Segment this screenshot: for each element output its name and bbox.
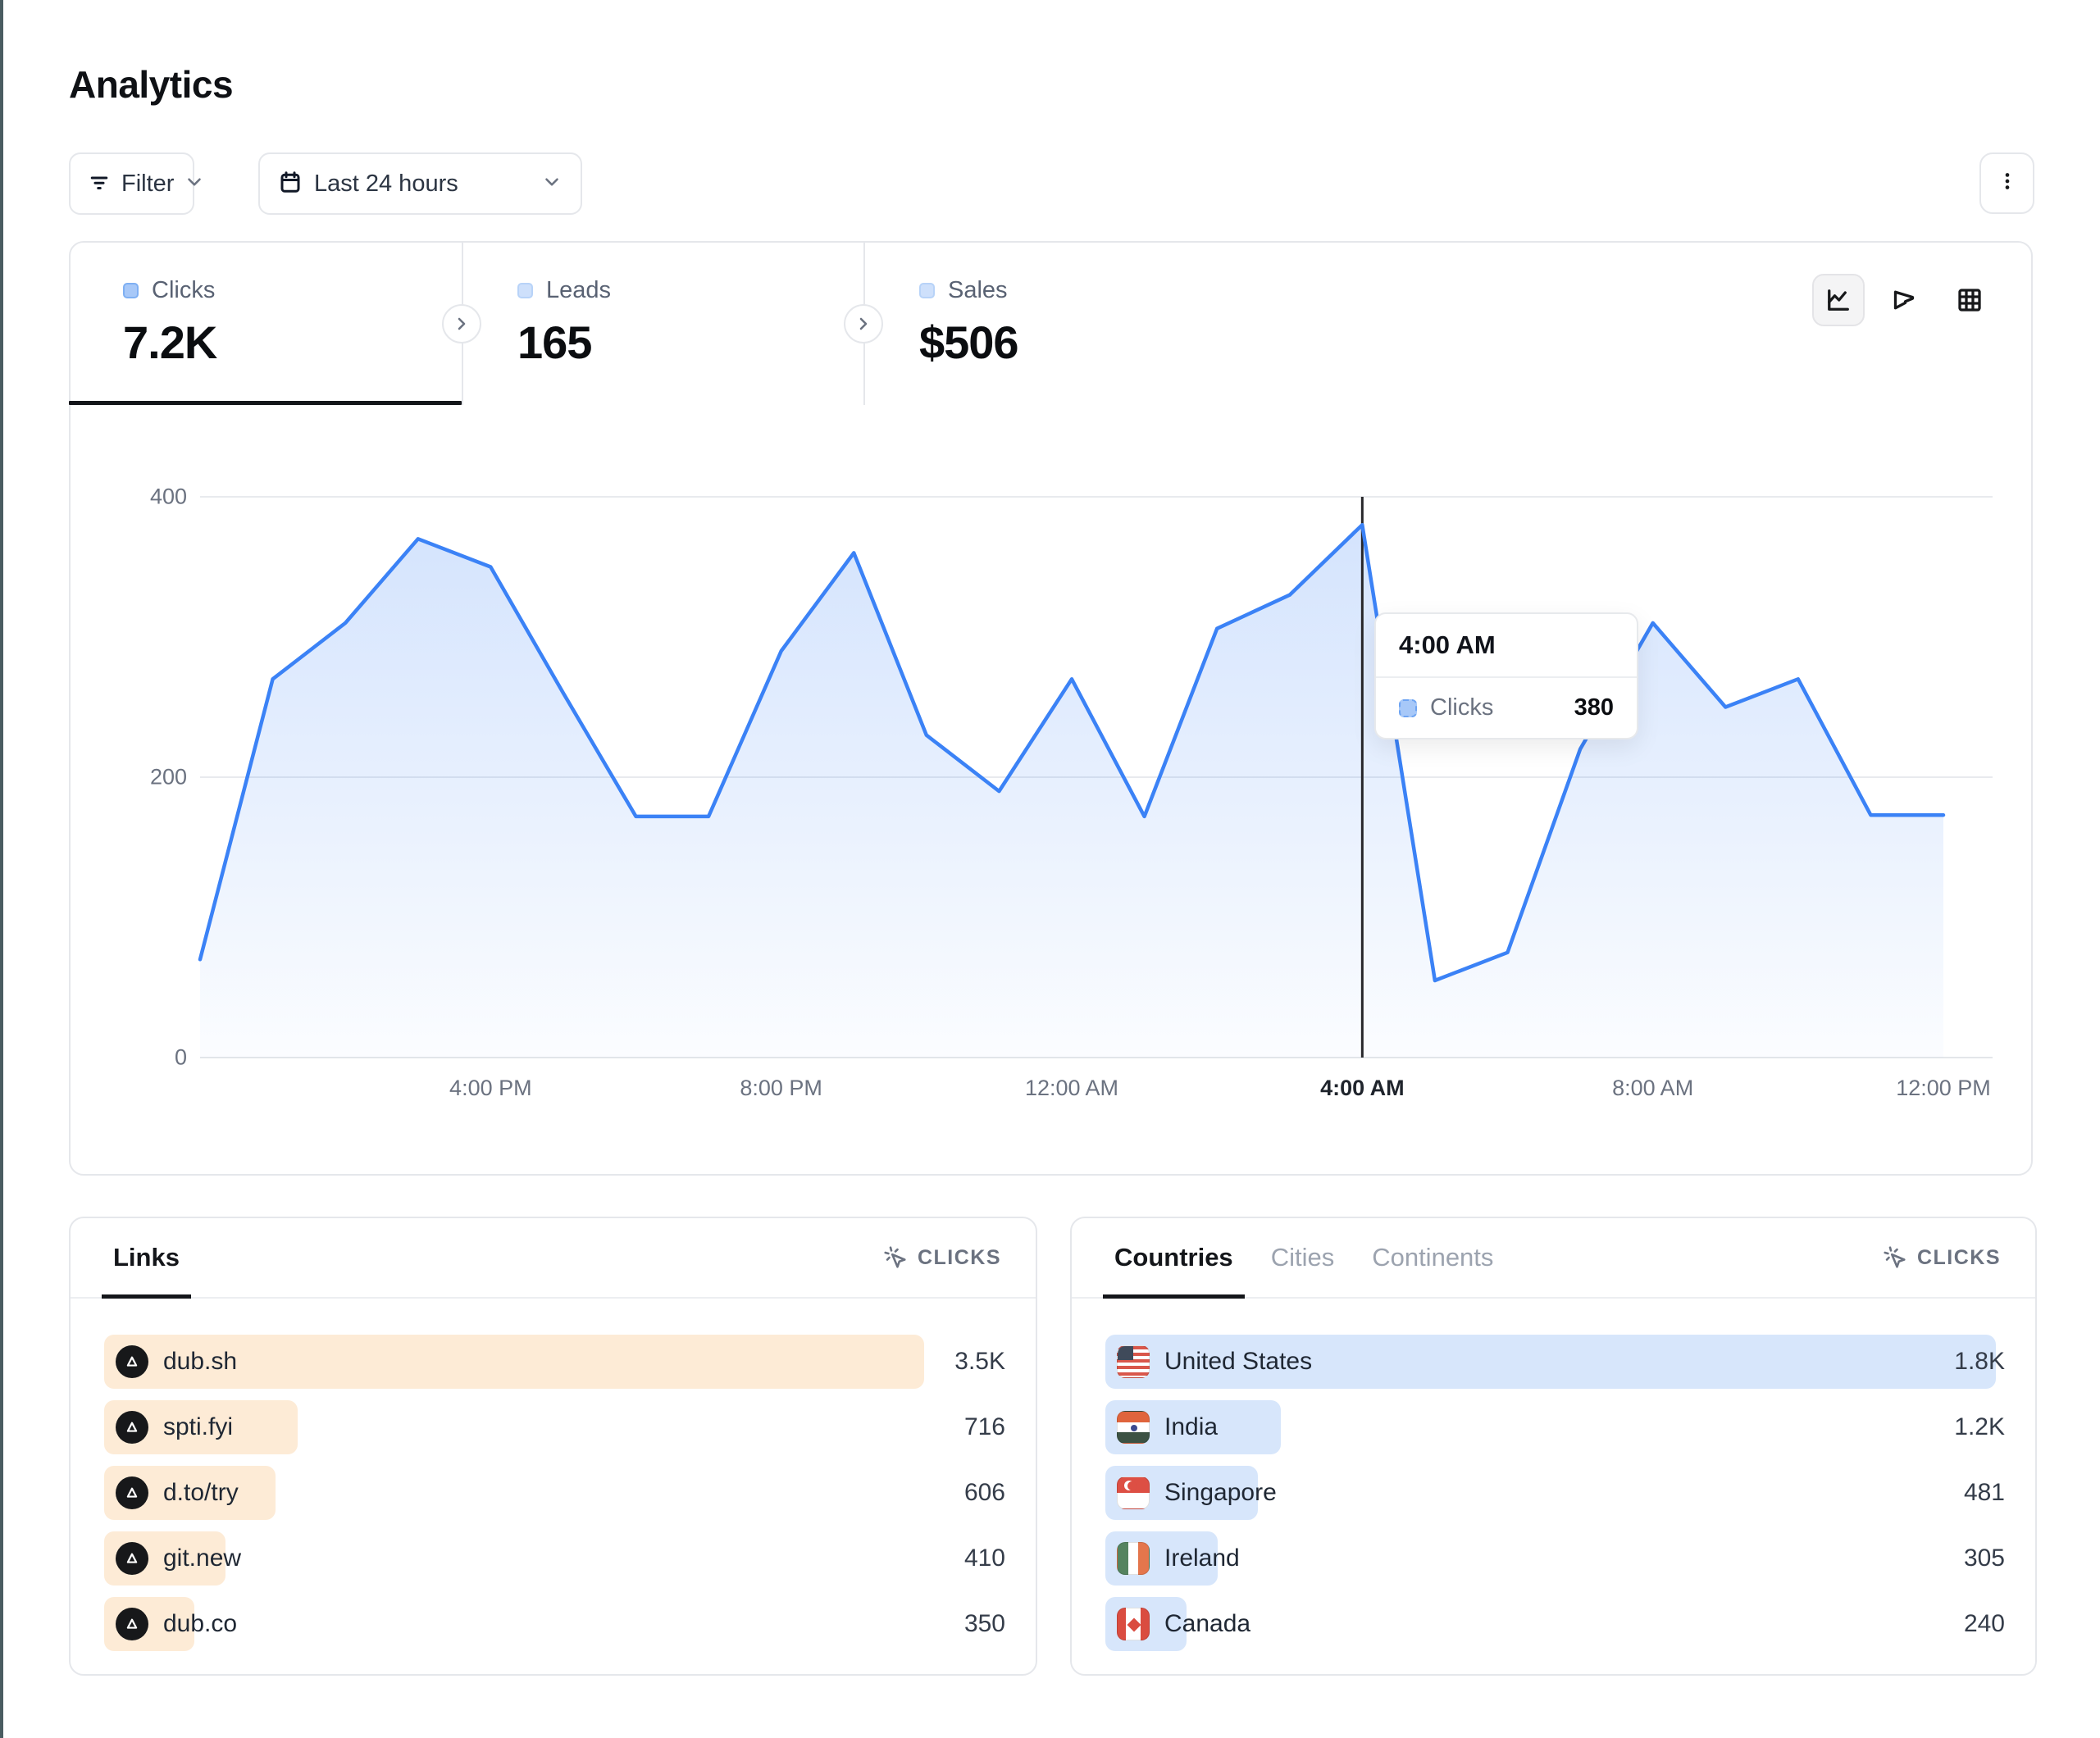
list-item-label: Canada bbox=[1164, 1610, 1250, 1638]
country-row-canada[interactable]: Canada 240 bbox=[1105, 1597, 2005, 1651]
list-item-label: Singapore bbox=[1164, 1479, 1277, 1507]
country-row-singapore[interactable]: Singapore 481 bbox=[1105, 1466, 2005, 1520]
x-tick-label: 4:00 PM bbox=[449, 1076, 532, 1101]
list-item-label: dub.co bbox=[163, 1610, 237, 1638]
chart-tooltip: 4:00 AM Clicks 380 bbox=[1374, 612, 1638, 739]
tab-links[interactable]: Links bbox=[113, 1218, 180, 1297]
list-item-label: dub.sh bbox=[163, 1348, 237, 1376]
tab-cities[interactable]: Cities bbox=[1271, 1218, 1335, 1297]
cursor-click-icon bbox=[1883, 1245, 1907, 1270]
sg-flag-icon bbox=[1117, 1476, 1150, 1509]
country-row-india[interactable]: India 1.2K bbox=[1105, 1400, 2005, 1454]
cursor-click-icon bbox=[883, 1245, 908, 1270]
link-row-spti.fyi[interactable]: spti.fyi 716 bbox=[104, 1400, 1005, 1454]
clicks-column-label: CLICKS bbox=[918, 1246, 1001, 1270]
tooltip-series-label: Clicks bbox=[1430, 694, 1493, 721]
countries-panel: Countries Cities Continents CLICKS Unite… bbox=[1070, 1217, 2037, 1676]
chevron-right-icon bbox=[452, 314, 471, 334]
link-row-d.to/try[interactable]: d.to/try 606 bbox=[104, 1466, 1005, 1520]
list-item-value: 1.2K bbox=[1954, 1400, 2005, 1454]
list-item-value: 1.8K bbox=[1954, 1335, 2005, 1389]
countries-clicks-metric-button[interactable]: CLICKS bbox=[1883, 1245, 2001, 1270]
clicks-column-label: CLICKS bbox=[1917, 1246, 2001, 1270]
x-tick-label: 8:00 AM bbox=[1612, 1076, 1693, 1101]
list-item-value: 481 bbox=[1964, 1466, 2005, 1520]
country-row-united-states[interactable]: United States 1.8K bbox=[1105, 1335, 2005, 1389]
list-item-value: 606 bbox=[964, 1466, 1005, 1520]
ie-flag-icon bbox=[1117, 1542, 1150, 1575]
x-tick-label: 12:00 AM bbox=[1025, 1076, 1118, 1101]
y-tick-label: 200 bbox=[113, 765, 187, 790]
list-item-value: 410 bbox=[964, 1531, 1005, 1586]
link-row-dub.co[interactable]: dub.co 350 bbox=[104, 1597, 1005, 1651]
x-tick-label: 12:00 PM bbox=[1896, 1076, 1991, 1101]
list-item-label: United States bbox=[1164, 1348, 1312, 1376]
dub-logo-icon bbox=[116, 1608, 148, 1640]
links-clicks-metric-button[interactable]: CLICKS bbox=[883, 1245, 1001, 1270]
list-item-label: d.to/try bbox=[163, 1479, 239, 1507]
in-flag-icon bbox=[1117, 1411, 1150, 1444]
list-item-value: 350 bbox=[964, 1597, 1005, 1651]
tab-continents[interactable]: Continents bbox=[1372, 1218, 1493, 1297]
analytics-page: Analytics Filter Last 24 hours Clicks bbox=[0, 0, 2100, 1738]
dub-logo-icon bbox=[116, 1411, 148, 1444]
link-row-dub.sh[interactable]: dub.sh 3.5K bbox=[104, 1335, 1005, 1389]
x-tick-label: 4:00 AM bbox=[1320, 1076, 1405, 1101]
y-tick-label: 0 bbox=[113, 1045, 187, 1071]
list-item-label: India bbox=[1164, 1413, 1218, 1441]
tab-countries[interactable]: Countries bbox=[1114, 1218, 1233, 1297]
ca-flag-icon bbox=[1117, 1608, 1150, 1640]
list-item-label: spti.fyi bbox=[163, 1413, 233, 1441]
list-item-value: 3.5K bbox=[954, 1335, 1005, 1389]
list-item-value: 240 bbox=[1964, 1597, 2005, 1651]
link-row-git.new[interactable]: git.new 410 bbox=[104, 1531, 1005, 1586]
x-tick-label: 8:00 PM bbox=[740, 1076, 822, 1101]
dub-logo-icon bbox=[116, 1542, 148, 1575]
chevron-right-icon bbox=[854, 314, 873, 334]
list-item-value: 305 bbox=[1964, 1531, 2005, 1586]
tooltip-time: 4:00 AM bbox=[1376, 614, 1637, 678]
y-tick-label: 400 bbox=[113, 485, 187, 510]
expand-leads-button[interactable] bbox=[844, 304, 883, 344]
us-flag-icon bbox=[1117, 1345, 1150, 1378]
country-row-ireland[interactable]: Ireland 305 bbox=[1105, 1531, 2005, 1586]
list-item-label: git.new bbox=[163, 1545, 241, 1572]
clicks-swatch-icon bbox=[1399, 699, 1417, 717]
tooltip-value: 380 bbox=[1574, 694, 1614, 721]
dub-logo-icon bbox=[116, 1345, 148, 1378]
links-panel: Links CLICKS dub.sh 3.5K spti.fyi 716 d.… bbox=[69, 1217, 1037, 1676]
dub-logo-icon bbox=[116, 1476, 148, 1509]
list-item-value: 716 bbox=[964, 1400, 1005, 1454]
expand-clicks-button[interactable] bbox=[442, 304, 481, 344]
list-item-label: Ireland bbox=[1164, 1545, 1240, 1572]
